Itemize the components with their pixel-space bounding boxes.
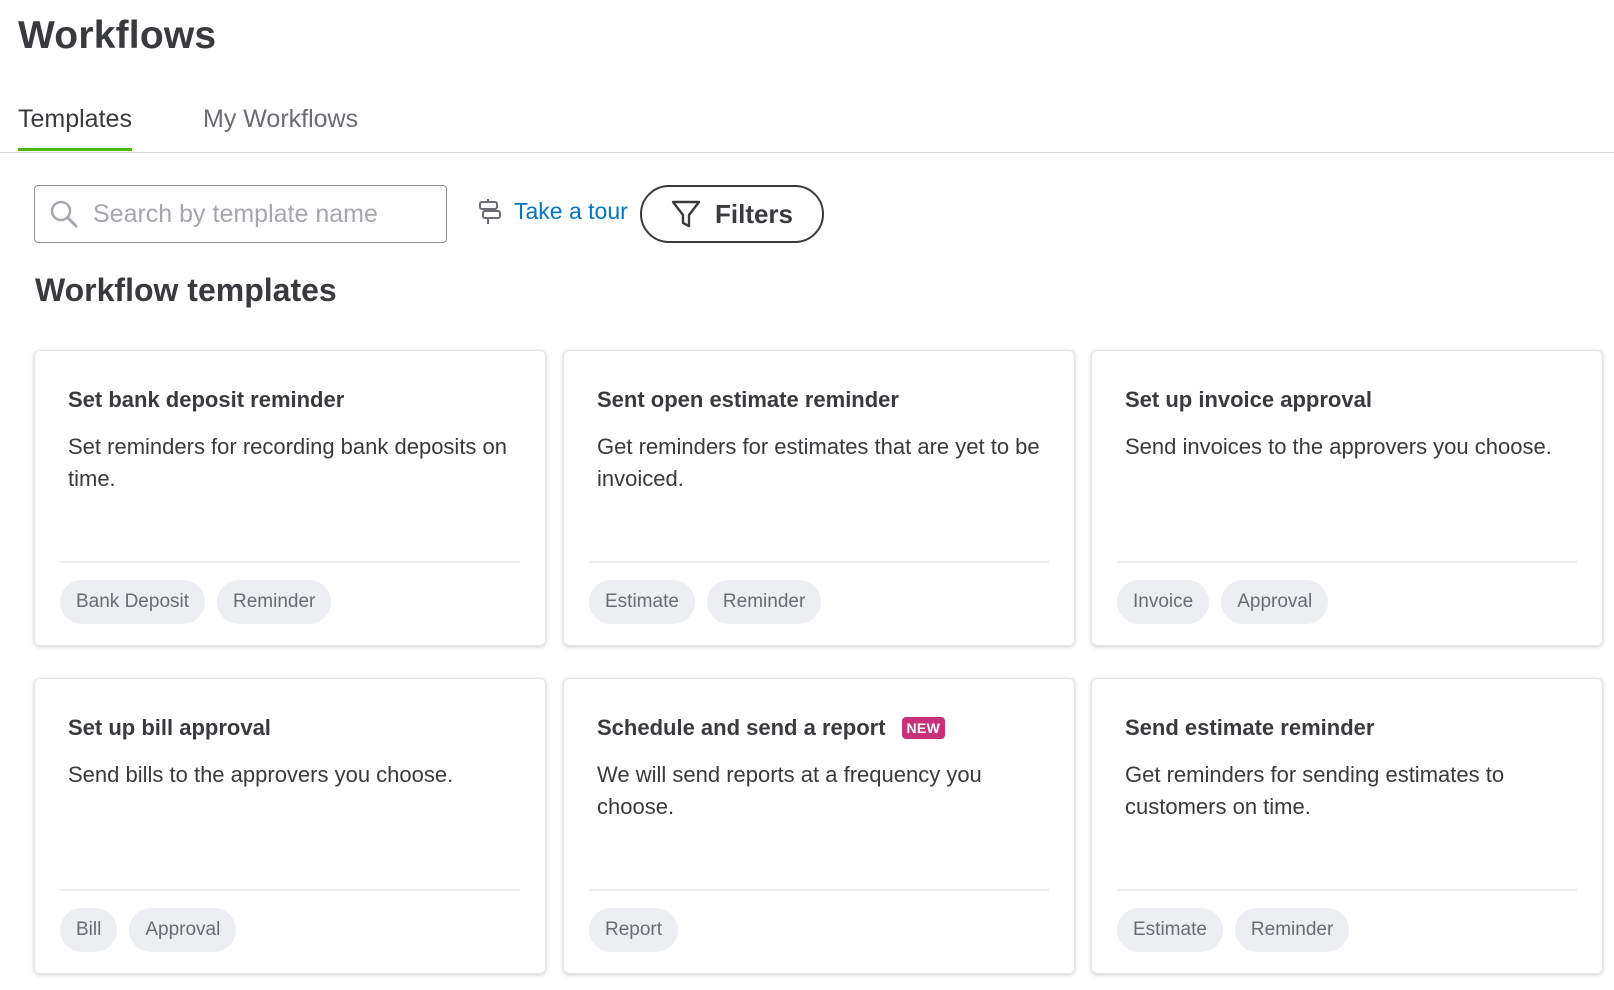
card-tags: Estimate Reminder [1117,908,1350,952]
tag: Reminder [1234,908,1350,952]
card-tags: Invoice Approval [1117,580,1329,624]
card-tags: Report [589,908,679,952]
search-field[interactable] [34,185,447,243]
take-a-tour-link[interactable]: Take a tour [478,198,628,225]
tag: Bank Deposit [60,580,206,624]
card-title: Set up bill approval [68,715,271,741]
tag: Reminder [706,580,822,624]
filters-button[interactable]: Filters [640,185,824,243]
card-title: Send estimate reminder [1125,715,1374,741]
tag: Approval [129,908,237,952]
template-card[interactable]: Sent open estimate reminder Get reminder… [563,350,1075,646]
card-title-text: Set up bill approval [68,715,271,740]
page-title: Workflows [18,14,217,57]
card-description: Set reminders for recording bank deposit… [68,434,508,491]
card-title-text: Sent open estimate reminder [597,387,899,412]
template-card[interactable]: Schedule and send a report NEW We will s… [563,678,1075,974]
card-title-text: Send estimate reminder [1125,715,1375,740]
section-title: Workflow templates [35,272,337,308]
tag: Invoice [1117,580,1210,624]
template-card[interactable]: Set up bill approval Send bills to the a… [34,678,546,974]
tab-my-workflows[interactable]: My Workflows [203,105,358,148]
card-tags: Bank Deposit Reminder [60,580,332,624]
card-title: Set bank deposit reminder [68,387,344,413]
card-description: Get reminders for sending estimates to c… [1125,762,1505,819]
card-description: Send bills to the approvers you choose. [68,762,454,787]
card-description: Send invoices to the approvers you choos… [1125,434,1552,459]
card-description: Get reminders for estimates that are yet… [597,434,1040,491]
card-description: We will send reports at a frequency you … [597,762,982,819]
card-divider [60,889,520,891]
template-card[interactable]: Send estimate reminder Get reminders for… [1091,678,1603,974]
new-badge: NEW [901,717,946,739]
card-divider [589,561,1049,563]
tag: Report [589,908,679,952]
card-title-text: Set up invoice approval [1125,387,1372,412]
tab-bar: Templates My Workflows [0,95,1614,153]
tab-templates[interactable]: Templates [18,105,132,151]
card-tags: Bill Approval [60,908,237,952]
tag: Estimate [589,580,695,624]
card-title-text: Set bank deposit reminder [68,387,345,412]
card-divider [1117,889,1577,891]
tag: Bill [60,908,118,952]
tag: Estimate [1117,908,1223,952]
card-tags: Estimate Reminder [589,580,822,624]
search-icon [50,200,78,228]
take-a-tour-label: Take a tour [514,198,628,224]
tag: Approval [1221,580,1329,624]
tag: Reminder [217,580,332,624]
card-divider [589,889,1049,891]
filters-label: Filters [714,198,794,229]
card-title-text: Schedule and send a report [597,715,886,740]
card-title: Set up invoice approval [1125,387,1372,413]
search-input[interactable] [93,199,423,229]
template-card[interactable]: Set up invoice approval Send invoices to… [1091,350,1603,646]
card-title: Sent open estimate reminder [597,387,899,413]
card-title: Schedule and send a report NEW [597,715,946,741]
template-card[interactable]: Set bank deposit reminder Set reminders … [34,350,546,646]
card-divider [1117,561,1577,563]
funnel-icon [671,200,701,228]
signpost-icon [479,198,501,224]
card-divider [60,561,520,563]
